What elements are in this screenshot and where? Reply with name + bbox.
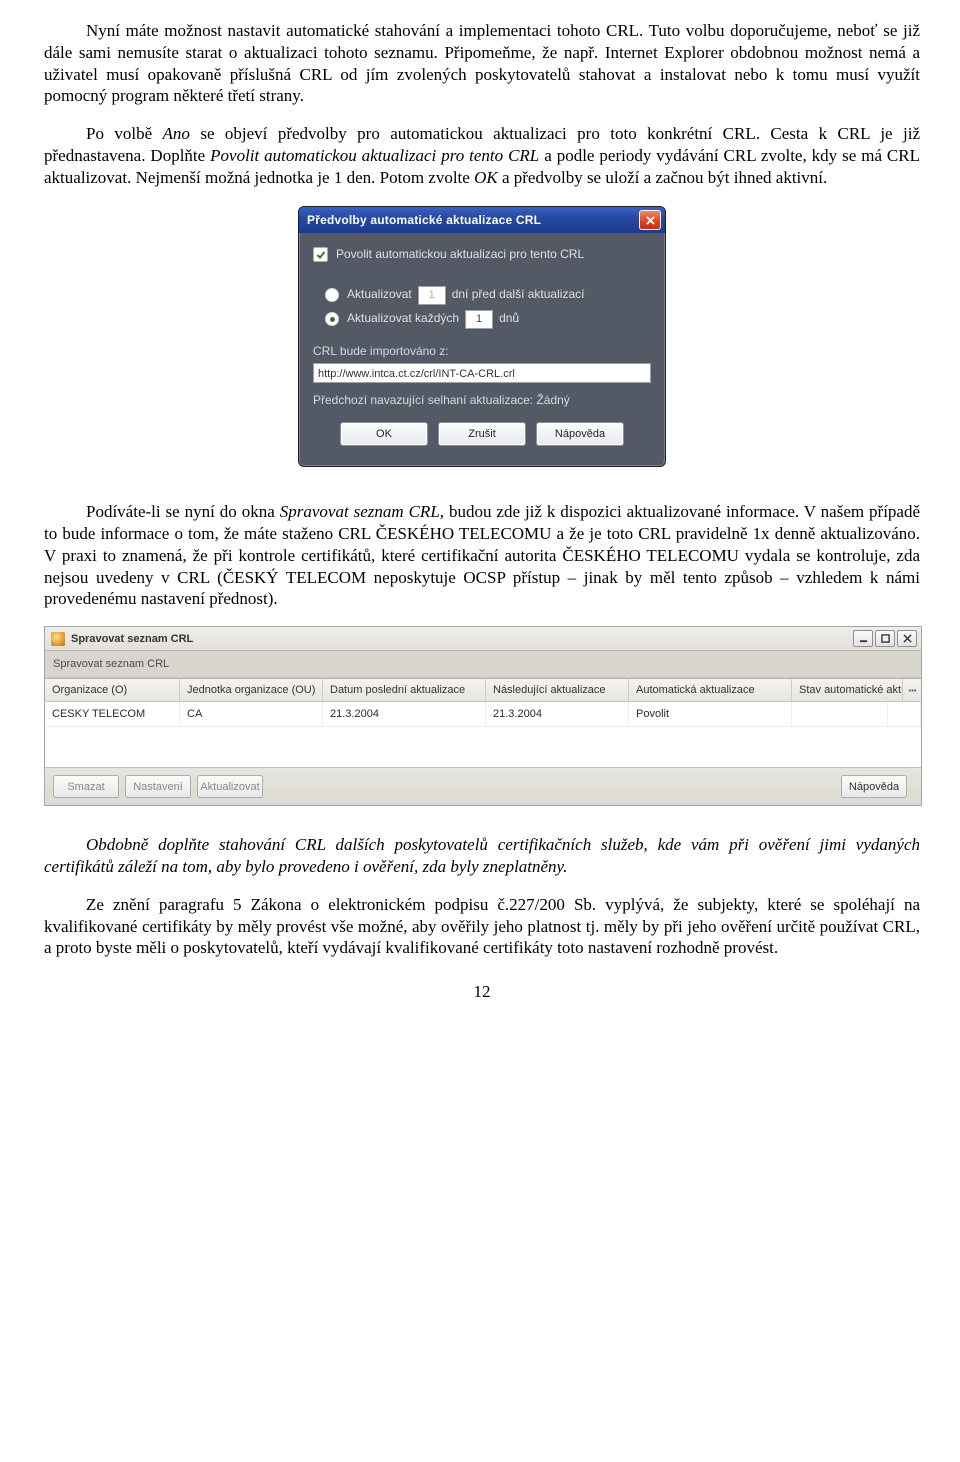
col-header[interactable]: Organizace (O) bbox=[45, 679, 180, 701]
app-icon bbox=[51, 632, 65, 646]
radio-icon bbox=[325, 288, 339, 302]
crl-table: Organizace (O) Jednotka organizace (OU) … bbox=[45, 678, 921, 767]
radio-icon bbox=[325, 312, 339, 326]
window-title: Spravovat seznam CRL bbox=[71, 632, 853, 646]
cell: CESKY TELECOM bbox=[45, 702, 180, 726]
cell bbox=[792, 702, 888, 726]
dialog-titlebar: Předvolby automatické aktualizace CRL bbox=[299, 207, 665, 233]
text: Ze znění paragrafu 5 Zákona o elektronic… bbox=[44, 895, 920, 958]
close-icon bbox=[903, 634, 912, 643]
col-header[interactable]: Stav automatické aktualizace bbox=[792, 679, 903, 701]
close-button[interactable] bbox=[639, 210, 661, 230]
text: Obdobně doplňte stahování CRL dalších po… bbox=[44, 835, 920, 876]
paragraph-3: Podíváte-li se nyní do okna Spravovat se… bbox=[44, 501, 920, 610]
overflow-icon bbox=[908, 686, 917, 695]
cell: 21.3.2004 bbox=[486, 702, 629, 726]
cell bbox=[888, 702, 921, 726]
radio-label: Aktualizovat každých bbox=[347, 311, 459, 326]
text: Po volbě bbox=[86, 124, 163, 143]
days-before-input[interactable]: 1 bbox=[418, 286, 446, 305]
cell: 21.3.2004 bbox=[323, 702, 486, 726]
close-icon bbox=[646, 216, 655, 225]
checkbox-icon bbox=[313, 247, 328, 262]
text: a předvolby se uloží a začnou být ihned … bbox=[498, 168, 828, 187]
text: OK bbox=[474, 168, 498, 187]
settings-button[interactable]: Nastavení bbox=[125, 775, 191, 798]
minimize-button[interactable] bbox=[853, 630, 873, 647]
radio-label: Aktualizovat bbox=[347, 287, 412, 302]
delete-button[interactable]: Smazat bbox=[53, 775, 119, 798]
page-number: 12 bbox=[44, 981, 920, 1003]
text: Povolit automatickou aktualizaci pro ten… bbox=[210, 146, 539, 165]
table-row[interactable]: CESKY TELECOM CA 21.3.2004 21.3.2004 Pov… bbox=[45, 702, 921, 727]
maximize-icon bbox=[881, 634, 890, 643]
crl-url-input[interactable]: http://www.intca.ct.cz/crl/INT-CA-CRL.cr… bbox=[313, 363, 651, 383]
window-titlebar: Spravovat seznam CRL bbox=[45, 627, 921, 651]
ok-button[interactable]: OK bbox=[340, 422, 428, 446]
help-button[interactable]: Nápověda bbox=[841, 775, 907, 798]
radio-before-update[interactable]: Aktualizovat 1 dní před další aktualizac… bbox=[325, 286, 651, 305]
enable-checkbox-label: Povolit automatickou aktualizaci pro ten… bbox=[336, 247, 584, 262]
minimize-icon bbox=[859, 634, 868, 643]
col-header[interactable]: Datum poslední aktualizace bbox=[323, 679, 486, 701]
radio-label-suffix: dní před další aktualizací bbox=[452, 287, 585, 302]
window-subtitle: Spravovat seznam CRL bbox=[45, 651, 921, 678]
radio-label-suffix: dnů bbox=[499, 311, 519, 326]
col-header[interactable]: Jednotka organizace (OU) bbox=[180, 679, 323, 701]
cancel-button[interactable]: Zrušit bbox=[438, 422, 526, 446]
enable-checkbox-row[interactable]: Povolit automatickou aktualizaci pro ten… bbox=[313, 247, 651, 262]
dialog-title: Předvolby automatické aktualizace CRL bbox=[307, 213, 639, 228]
crl-list-window: Spravovat seznam CRL Spravovat seznam CR… bbox=[44, 626, 922, 806]
cell: CA bbox=[180, 702, 323, 726]
text: Spravovat seznam CRL, bbox=[280, 502, 444, 521]
paragraph-4: Obdobně doplňte stahování CRL dalších po… bbox=[44, 834, 920, 878]
text: Nyní máte možnost nastavit automatické s… bbox=[44, 21, 920, 105]
last-failure-label: Předchozí navazující selhaní aktualizace… bbox=[313, 393, 651, 408]
col-overflow-button[interactable] bbox=[903, 679, 921, 701]
help-button[interactable]: Nápověda bbox=[536, 422, 624, 446]
every-ndays-input[interactable]: 1 bbox=[465, 310, 493, 329]
maximize-button[interactable] bbox=[875, 630, 895, 647]
import-from-label: CRL bude importováno z: bbox=[313, 344, 651, 359]
paragraph-5: Ze znění paragrafu 5 Zákona o elektronic… bbox=[44, 894, 920, 959]
text: Ano bbox=[163, 124, 190, 143]
close-button[interactable] bbox=[897, 630, 917, 647]
radio-every-ndays[interactable]: Aktualizovat každých 1 dnů bbox=[325, 310, 651, 329]
crl-autoupdate-dialog: Předvolby automatické aktualizace CRL Po… bbox=[298, 206, 666, 467]
col-header[interactable]: Následující aktualizace bbox=[486, 679, 629, 701]
paragraph-1: Nyní máte možnost nastavit automatické s… bbox=[44, 20, 920, 107]
cell: Povolit bbox=[629, 702, 792, 726]
paragraph-2: Po volbě Ano se objeví předvolby pro aut… bbox=[44, 123, 920, 188]
text: Podíváte-li se nyní do okna bbox=[86, 502, 280, 521]
update-button[interactable]: Aktualizovat bbox=[197, 775, 263, 798]
col-header[interactable]: Automatická aktualizace bbox=[629, 679, 792, 701]
